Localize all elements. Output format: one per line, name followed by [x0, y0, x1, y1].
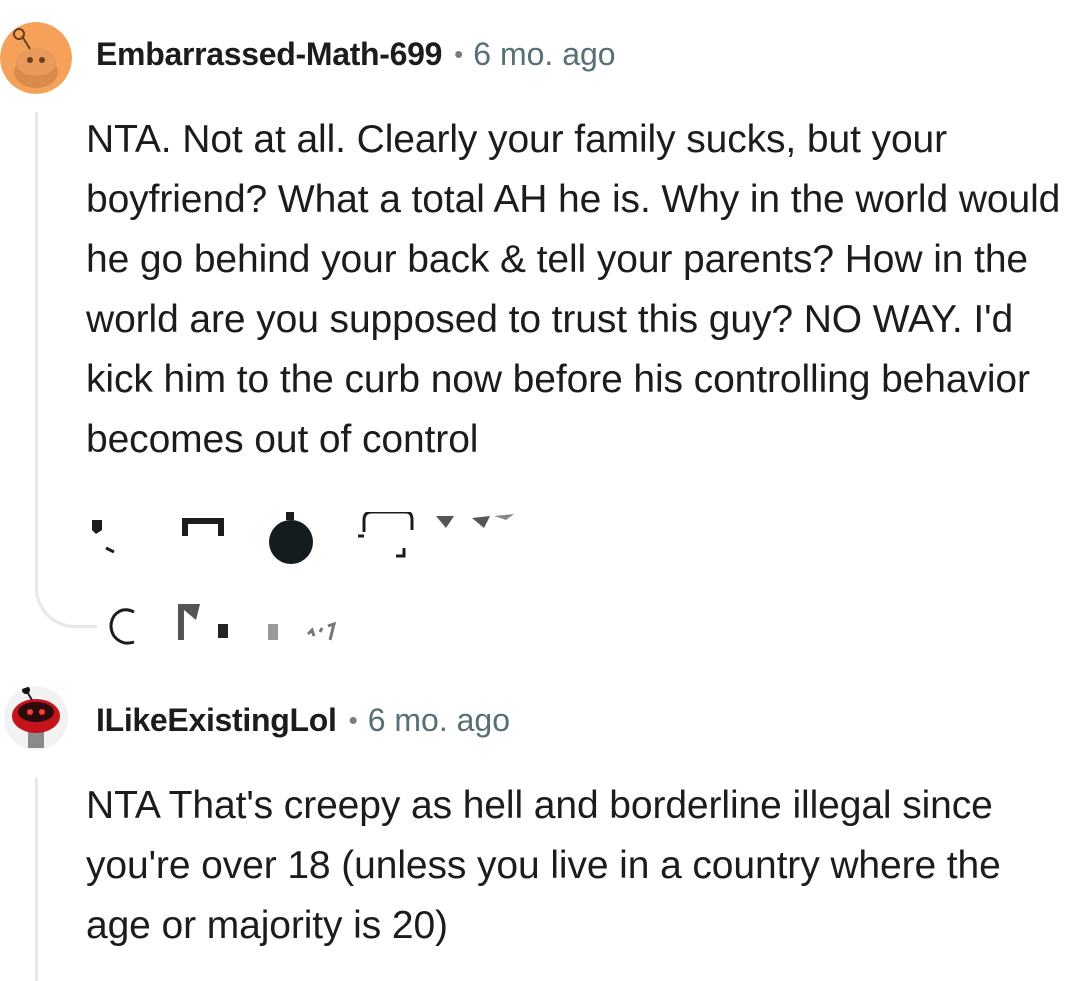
award-icon[interactable]: [266, 512, 316, 568]
comment-meta: ILikeExistingLol • 6 mo. ago: [96, 702, 510, 739]
upvote-icon[interactable]: [88, 512, 124, 562]
avatar[interactable]: [0, 22, 72, 94]
comment-action-bar: [88, 512, 548, 564]
comment-body: NTA That's creepy as hell and borderline…: [86, 784, 1001, 947]
snoo-avatar-icon: [4, 686, 68, 750]
avatar[interactable]: [4, 686, 68, 750]
username-link[interactable]: ILikeExistingLol: [96, 702, 337, 739]
reply-button[interactable]: [104, 600, 404, 650]
reply-label-icon: [178, 604, 337, 641]
comment-body: NTA. Not at all. Clearly your family suc…: [86, 118, 1061, 461]
snoo-avatar-icon: [0, 22, 72, 94]
thread-line[interactable]: [35, 112, 38, 582]
username-link[interactable]: Embarrassed-Math-699: [96, 36, 442, 73]
share-icon[interactable]: [432, 512, 516, 542]
comment-timestamp[interactable]: 6 mo. ago: [368, 702, 510, 739]
comment-icon[interactable]: [358, 512, 420, 562]
thread-line[interactable]: [35, 778, 38, 981]
reply-icon: [109, 608, 135, 645]
downvote-icon[interactable]: [180, 512, 226, 562]
meta-separator: •: [348, 705, 358, 735]
meta-separator: •: [454, 39, 464, 69]
comment-timestamp[interactable]: 6 mo. ago: [473, 36, 615, 73]
comment-meta: Embarrassed-Math-699 • 6 mo. ago: [96, 36, 616, 73]
